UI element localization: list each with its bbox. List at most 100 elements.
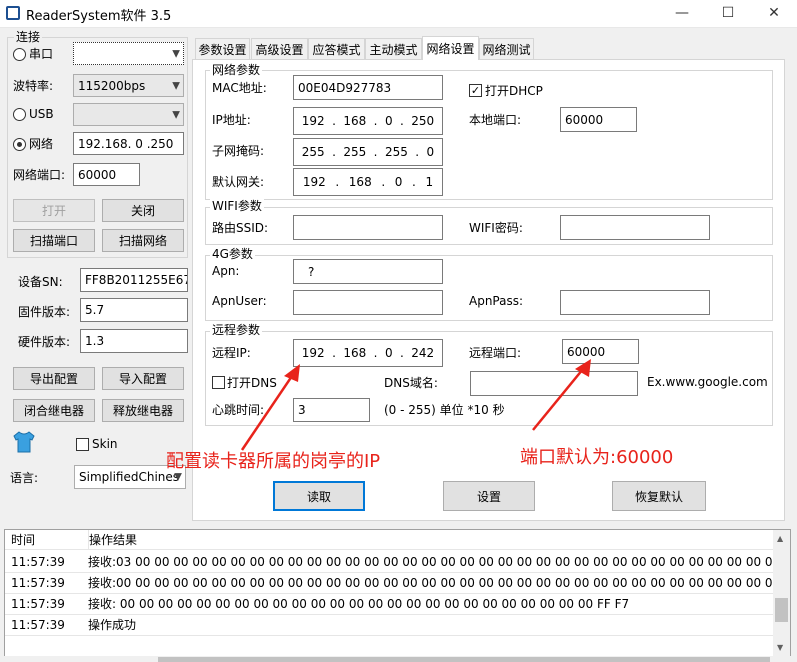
log-col-time: 时间 bbox=[11, 533, 36, 547]
network-ip-input[interactable]: 192.168. 0 .250 bbox=[73, 132, 184, 155]
firmware-label: 固件版本: bbox=[18, 305, 71, 319]
skin-shirt-icon[interactable] bbox=[12, 431, 36, 453]
apn-input[interactable]: ? bbox=[293, 259, 443, 284]
baud-rate-value: 115200bps bbox=[78, 78, 146, 93]
apnuser-input[interactable] bbox=[293, 290, 443, 315]
ip-address-input[interactable]: 192. 168. 0. 250 bbox=[293, 107, 443, 135]
mask-octet: 0 bbox=[426, 145, 435, 159]
close-button[interactable]: 关闭 bbox=[102, 199, 184, 222]
gateway-input[interactable]: 192. 168. 0. 1 bbox=[293, 168, 443, 196]
minimize-button[interactable]: — bbox=[659, 0, 705, 28]
ip-octet: 250 bbox=[411, 114, 435, 128]
gw-octet: 168 bbox=[348, 175, 372, 189]
subnet-mask-input[interactable]: 255. 255. 255. 0 bbox=[293, 138, 443, 166]
tab-response-mode[interactable]: 应答模式 bbox=[308, 38, 365, 59]
open-button[interactable]: 打开 bbox=[13, 199, 95, 222]
language-label: 语言: bbox=[10, 471, 39, 485]
tab-active-mode[interactable]: 主动模式 bbox=[365, 38, 422, 59]
gw-octet: 1 bbox=[425, 175, 434, 189]
net-port-input[interactable]: 60000 bbox=[73, 163, 140, 186]
annotation-left-text: 配置读卡器所属的岗亭的IP bbox=[166, 451, 381, 472]
wifi-password-input[interactable] bbox=[560, 215, 710, 240]
window-title: ReaderSystem软件 3.5 bbox=[26, 9, 172, 24]
release-relay-button[interactable]: 释放继电器 bbox=[102, 399, 184, 422]
close-relay-button[interactable]: 闭合继电器 bbox=[13, 399, 95, 422]
tab-params[interactable]: 参数设置 bbox=[195, 38, 250, 59]
scan-port-button[interactable]: 扫描端口 bbox=[13, 229, 95, 252]
operation-log[interactable]: 时间 操作结果 11:57:39 接收:03 00 00 00 00 00 00… bbox=[4, 529, 791, 657]
log-hscrollbar[interactable] bbox=[4, 656, 791, 662]
log-result: 操作成功 bbox=[88, 618, 137, 632]
remote-ip-input[interactable]: 192. 168. 0. 242 bbox=[293, 339, 443, 367]
tab-network-settings[interactable]: 网络设置 bbox=[422, 36, 479, 60]
close-window-button[interactable]: ✕ bbox=[751, 0, 797, 28]
4g-group-label: 4G参数 bbox=[210, 247, 255, 261]
gw-octet: 0 bbox=[394, 175, 403, 189]
mac-input[interactable]: 00E04D927783 bbox=[293, 75, 443, 100]
local-port-input[interactable]: 60000 bbox=[560, 107, 637, 132]
dhcp-checkbox[interactable]: ✓ bbox=[469, 84, 482, 97]
scroll-down-icon[interactable]: ▼ bbox=[777, 643, 783, 652]
usb-radio[interactable] bbox=[13, 108, 26, 121]
firmware-value: 5.7 bbox=[80, 298, 188, 322]
maximize-button[interactable]: ☐ bbox=[705, 0, 751, 28]
dns-domain-label: DNS域名: bbox=[384, 376, 438, 390]
app-icon bbox=[6, 6, 20, 20]
log-row: 11:57:39 接收: 00 00 00 00 00 00 00 00 00 … bbox=[5, 594, 775, 615]
network-params-label: 网络参数 bbox=[210, 63, 263, 77]
tab-network-test[interactable]: 网络测试 bbox=[479, 38, 534, 59]
log-row: 11:57:39 操作成功 bbox=[5, 615, 775, 636]
network-label: 网络 bbox=[29, 137, 54, 151]
log-time: 11:57:39 bbox=[11, 555, 65, 569]
network-radio[interactable] bbox=[13, 138, 26, 151]
restore-default-button[interactable]: 恢复默认 bbox=[612, 481, 706, 511]
skin-checkbox[interactable] bbox=[76, 438, 89, 451]
apnpass-label: ApnPass: bbox=[469, 294, 524, 308]
wifi-password-label: WIFI密码: bbox=[469, 221, 523, 235]
dns-checkbox[interactable] bbox=[212, 376, 225, 389]
import-config-button[interactable]: 导入配置 bbox=[102, 367, 184, 390]
log-row: 11:57:39 接收:03 00 00 00 00 00 00 00 00 0… bbox=[5, 552, 775, 573]
set-button[interactable]: 设置 bbox=[443, 481, 535, 511]
ssid-label: 路由SSID: bbox=[212, 221, 269, 235]
baud-label: 波特率: bbox=[13, 79, 54, 93]
hscroll-thumb[interactable] bbox=[158, 657, 770, 662]
apnpass-input[interactable] bbox=[560, 290, 710, 315]
serial-label: 串口 bbox=[29, 47, 54, 61]
dhcp-label: 打开DHCP bbox=[485, 84, 543, 98]
mac-label: MAC地址: bbox=[212, 81, 267, 95]
log-row: 11:57:39 接收:00 00 00 00 00 00 00 00 00 0… bbox=[5, 573, 775, 594]
ssid-input[interactable] bbox=[293, 215, 443, 240]
annotation-right-text: 端口默认为:60000 bbox=[520, 447, 674, 468]
remote-group-label: 远程参数 bbox=[210, 323, 263, 337]
read-button[interactable]: 读取 bbox=[273, 481, 365, 511]
skin-label: Skin bbox=[92, 437, 118, 451]
ip-label: IP地址: bbox=[212, 113, 251, 127]
tab-advanced[interactable]: 高级设置 bbox=[251, 38, 308, 59]
heartbeat-hint: (0 - 255) 单位 *10 秒 bbox=[384, 403, 505, 417]
net-port-label: 网络端口: bbox=[13, 168, 66, 182]
serial-radio[interactable] bbox=[13, 48, 26, 61]
scan-network-button[interactable]: 扫描网络 bbox=[102, 229, 184, 252]
baud-rate-select[interactable]: 115200bps ▼ bbox=[73, 74, 184, 97]
gateway-label: 默认网关: bbox=[212, 175, 265, 189]
chevron-down-icon: ▼ bbox=[174, 471, 182, 483]
language-value: SimplifiedChines bbox=[79, 470, 180, 484]
export-config-button[interactable]: 导出配置 bbox=[13, 367, 95, 390]
log-col-result: 操作结果 bbox=[88, 530, 137, 550]
annotation-arrow-right bbox=[532, 359, 591, 431]
scroll-up-icon[interactable]: ▲ bbox=[777, 534, 783, 543]
remote-ip-octet: 0 bbox=[384, 346, 393, 360]
title-bar: ReaderSystem软件 3.5 — ☐ ✕ bbox=[0, 0, 797, 28]
log-scrollbar[interactable]: ▲ ▼ bbox=[773, 530, 790, 656]
ip-octet: 192 bbox=[301, 114, 325, 128]
hardware-value: 1.3 bbox=[80, 329, 188, 353]
log-result: 接收:03 00 00 00 00 00 00 00 00 00 00 00 0… bbox=[88, 555, 775, 569]
annotation-arrow-left bbox=[240, 364, 300, 451]
local-port-label: 本地端口: bbox=[469, 113, 522, 127]
mask-label: 子网掩码: bbox=[212, 144, 265, 158]
usb-select[interactable]: ▼ bbox=[73, 103, 184, 126]
scrollbar-thumb[interactable] bbox=[775, 598, 788, 622]
serial-port-select[interactable]: ▼ bbox=[73, 42, 184, 65]
connection-group-label: 连接 bbox=[14, 30, 43, 44]
